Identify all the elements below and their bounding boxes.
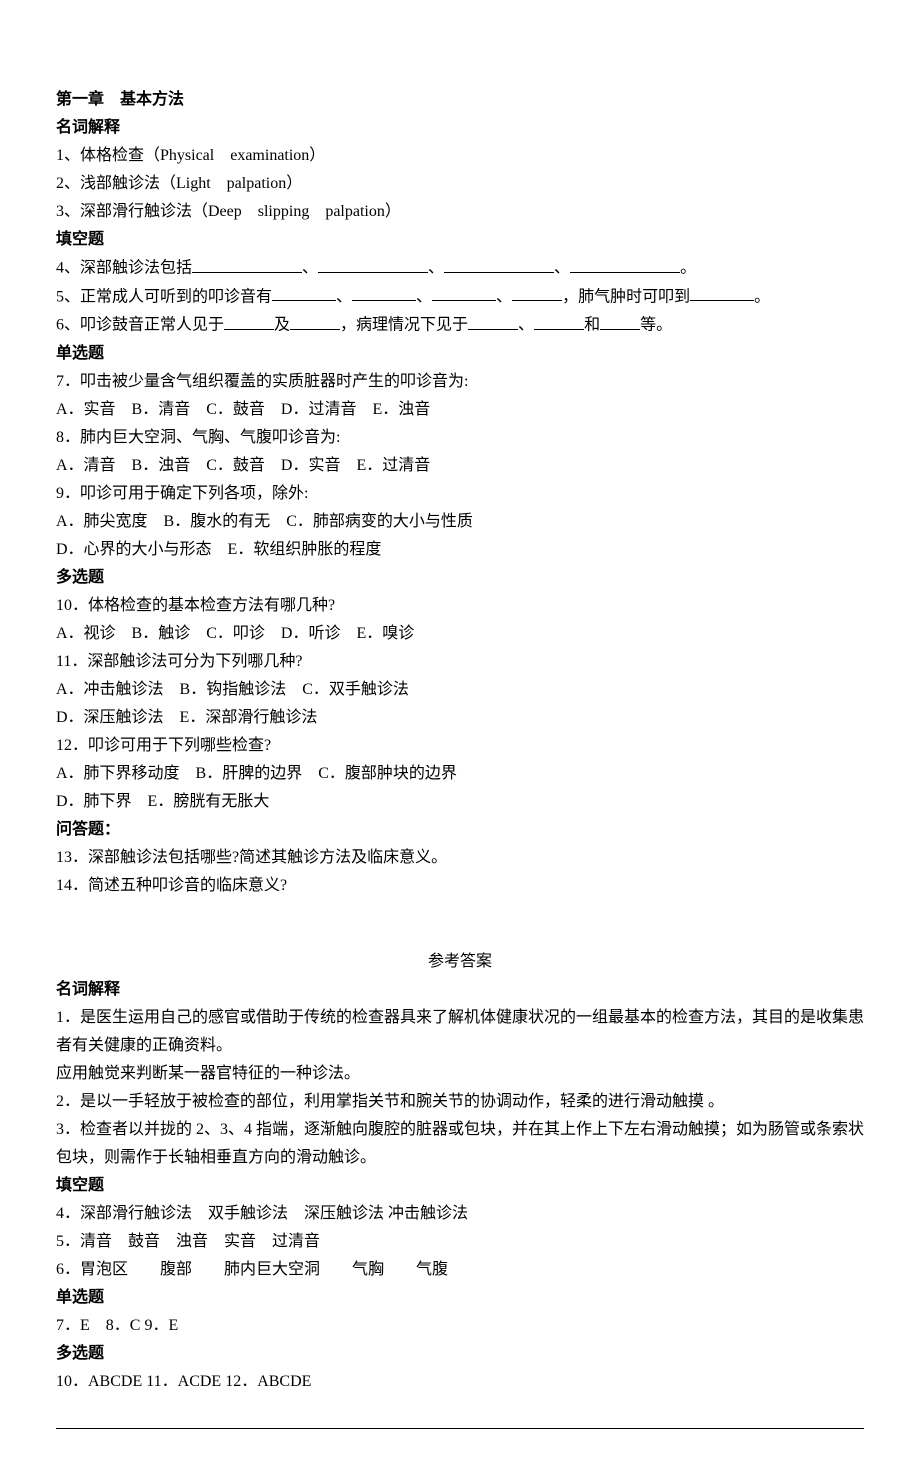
single-q7-options: A．实音 B．清音 C．鼓音 D．过清音 E．浊音 — [56, 396, 864, 424]
fill-blank — [224, 311, 274, 330]
ans-term-3: 3．检查者以并拢的 2、3、4 指端，逐渐触向腹腔的脏器或包块，并在其上作上下左… — [56, 1116, 864, 1172]
fill-blank — [468, 311, 518, 330]
fill-blank — [318, 254, 428, 273]
multi-q10: 10．体格检查的基本检查方法有哪几种? — [56, 592, 864, 620]
fill-blank — [570, 254, 680, 273]
multi-q10-options: A．视诊 B．触诊 C．叩诊 D．听诊 E．嗅诊 — [56, 620, 864, 648]
section-multi-heading: 多选题 — [56, 564, 864, 592]
fill-blank — [512, 283, 562, 302]
fill-6-and: 及 — [274, 317, 290, 334]
fill-5-prefix: 5、正常成人可听到的叩诊音有 — [56, 288, 272, 305]
fill-blank — [192, 254, 302, 273]
single-q8: 8．肺内巨大空洞、气胸、气腹叩诊音为: — [56, 424, 864, 452]
fill-blank — [690, 283, 754, 302]
term-item-1: 1、体格检查（Physical examination） — [56, 142, 864, 170]
ans-term-1-line1: 1．是医生运用自己的感官或借助于传统的检查器具来了解机体健康状况的一组最基本的检… — [56, 1004, 864, 1060]
single-q8-options: A．清音 B．浊音 C．鼓音 D．实音 E．过清音 — [56, 452, 864, 480]
multi-q12-options-2: D．肺下界 E．膀胱有无胀大 — [56, 788, 864, 816]
term-item-3: 3、深部滑行触诊法（Deep slipping palpation） — [56, 198, 864, 226]
fill-5-sep: 、 — [336, 288, 352, 305]
section-terms-heading: 名词解释 — [56, 114, 864, 142]
fill-6-prefix: 6、叩诊鼓音正常人见于 — [56, 317, 224, 334]
fill-4-sep: 、 — [302, 260, 318, 277]
fill-blank — [432, 283, 496, 302]
single-q9-options-1: A．肺尖宽度 B．腹水的有无 C．肺部病变的大小与性质 — [56, 508, 864, 536]
multi-q12: 12．叩诊可用于下列哪些检查? — [56, 732, 864, 760]
fill-5-sep: 、 — [496, 288, 512, 305]
ans-fill-4: 4．深部滑行触诊法 双手触诊法 深压触诊法 冲击触诊法 — [56, 1200, 864, 1228]
section-single-heading: 单选题 — [56, 340, 864, 368]
chapter-title: 第一章 基本方法 — [56, 86, 864, 114]
ans-fill-6: 6．胃泡区 腹部 肺内巨大空洞 气胸 气腹 — [56, 1256, 864, 1284]
answers-title: 参考答案 — [56, 948, 864, 976]
ans-terms-heading: 名词解释 — [56, 976, 864, 1004]
ans-fill-heading: 填空题 — [56, 1172, 864, 1200]
fill-question-4: 4、深部触诊法包括 、 、 、 。 — [56, 254, 864, 283]
ans-single: 7．E 8．C 9．E — [56, 1312, 864, 1340]
ans-multi: 10．ABCDE 11．ACDE 12．ABCDE — [56, 1368, 864, 1396]
fill-blank — [272, 283, 336, 302]
fill-6-end: 等。 — [640, 317, 672, 334]
section-fill-heading: 填空题 — [56, 226, 864, 254]
term-item-2: 2、浅部触诊法（Light palpation） — [56, 170, 864, 198]
fill-blank — [600, 311, 640, 330]
fill-4-sep: 、 — [554, 260, 570, 277]
qa-q14: 14．简述五种叩诊音的临床意义? — [56, 872, 864, 900]
ans-single-heading: 单选题 — [56, 1284, 864, 1312]
fill-4-end: 。 — [680, 260, 696, 277]
single-q9: 9．叩诊可用于确定下列各项，除外: — [56, 480, 864, 508]
fill-blank — [352, 283, 416, 302]
fill-5-mid: ，肺气肿时可叩到 — [562, 288, 690, 305]
qa-q13: 13．深部触诊法包括哪些?简述其触诊方法及临床意义。 — [56, 844, 864, 872]
multi-q12-options-1: A．肺下界移动度 B．肝脾的边界 C．腹部肿块的边界 — [56, 760, 864, 788]
multi-q11-options-1: A．冲击触诊法 B．钩指触诊法 C．双手触诊法 — [56, 676, 864, 704]
fill-blank — [444, 254, 554, 273]
single-q7: 7．叩击被少量含气组织覆盖的实质脏器时产生的叩诊音为: — [56, 368, 864, 396]
fill-blank — [290, 311, 340, 330]
fill-5-end: 。 — [754, 288, 770, 305]
ans-term-2: 2．是以一手轻放于被检查的部位，利用掌指关节和腕关节的协调动作，轻柔的进行滑动触… — [56, 1088, 864, 1116]
fill-4-prefix: 4、深部触诊法包括 — [56, 260, 192, 277]
single-q9-options-2: D．心界的大小与形态 E．软组织肿胀的程度 — [56, 536, 864, 564]
fill-5-sep: 、 — [416, 288, 432, 305]
fill-question-6: 6、叩诊鼓音正常人见于 及 ，病理情况下见于 、 和 等。 — [56, 311, 864, 340]
multi-q11-options-2: D．深压触诊法 E．深部滑行触诊法 — [56, 704, 864, 732]
fill-6-sep1: 、 — [518, 317, 534, 334]
ans-term-1-line2: 应用触觉来判断某一器官特征的一种诊法。 — [56, 1060, 864, 1088]
fill-6-sep2: 和 — [584, 317, 600, 334]
fill-4-sep: 、 — [428, 260, 444, 277]
section-qa-heading: 问答题： — [56, 816, 864, 844]
multi-q11: 11．深部触诊法可分为下列哪几种? — [56, 648, 864, 676]
footer-divider — [56, 1428, 864, 1429]
fill-6-mid: ，病理情况下见于 — [340, 317, 468, 334]
ans-multi-heading: 多选题 — [56, 1340, 864, 1368]
fill-blank — [534, 311, 584, 330]
ans-fill-5: 5．清音 鼓音 浊音 实音 过清音 — [56, 1228, 864, 1256]
fill-question-5: 5、正常成人可听到的叩诊音有 、 、 、 ，肺气肿时可叩到 。 — [56, 283, 864, 312]
